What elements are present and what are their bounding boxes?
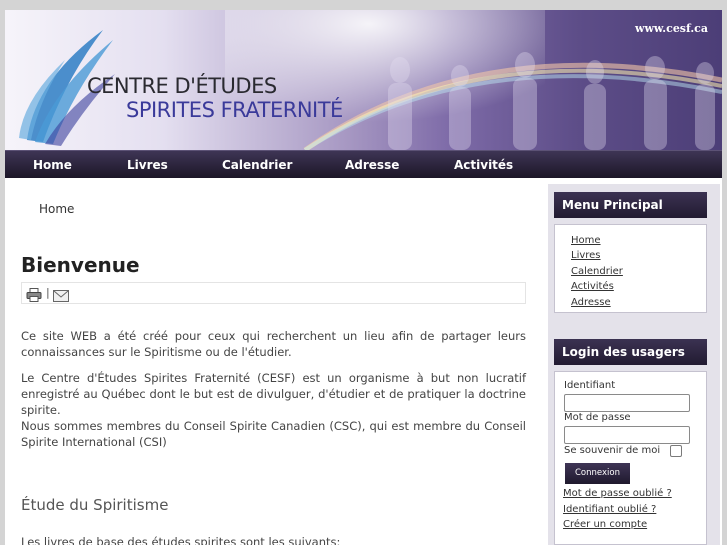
menu-principal-title: Menu Principal (554, 192, 707, 218)
section-heading: Étude du Spiritisme (21, 496, 169, 514)
forgot-password-link[interactable]: Mot de passe oublié ? (563, 488, 672, 499)
print-icon[interactable] (26, 287, 42, 306)
nav-item-home[interactable]: Home (33, 151, 72, 179)
section-text: Les livres de base des études spirites s… (21, 535, 341, 545)
email-icon[interactable] (53, 287, 69, 306)
sidebar: Menu Principal Home Livres Calendrier Ac… (548, 184, 720, 545)
page: www.cesf.ca CENTRE D'ÉTUDES SPIRITES FRA… (5, 10, 722, 545)
nav-item-activites[interactable]: Activités (454, 151, 513, 179)
membership-paragraph: Nous sommes membres du Conseil Spirite C… (21, 419, 526, 449)
menu-link-livres[interactable]: Livres (571, 250, 601, 261)
create-account-link[interactable]: Créer un compte (563, 519, 647, 530)
breadcrumb[interactable]: Home (39, 202, 74, 216)
menu-link-home[interactable]: Home (571, 235, 601, 246)
intro-paragraph: Ce site WEB a été créé pour ceux qui rec… (21, 329, 526, 359)
article-toolbar: | (21, 282, 526, 304)
nav-item-livres[interactable]: Livres (127, 151, 168, 179)
password-label: Mot de passe (564, 412, 631, 423)
menu-link-activites[interactable]: Activités (571, 281, 614, 292)
site-title-line1: CENTRE D'ÉTUDES (87, 74, 277, 98)
cesf-paragraph: Le Centre d'Études Spirites Fraternité (… (21, 371, 526, 417)
login-box: Identifiant Mot de passe Se souvenir de … (554, 371, 707, 545)
main-navigation: Home Livres Calendrier Adresse Activités (5, 150, 722, 178)
site-title-line2: SPIRITES FRATERNITÉ (126, 98, 343, 122)
password-input[interactable] (564, 426, 690, 444)
remember-checkbox[interactable] (670, 445, 682, 457)
login-button[interactable]: Connexion (565, 463, 630, 484)
nav-item-adresse[interactable]: Adresse (345, 151, 399, 179)
page-title: Bienvenue (21, 253, 140, 277)
header-banner: www.cesf.ca CENTRE D'ÉTUDES SPIRITES FRA… (5, 10, 722, 150)
forgot-username-link[interactable]: Identifiant oublié ? (563, 504, 656, 515)
username-label: Identifiant (564, 380, 616, 391)
remember-label: Se souvenir de moi (564, 445, 661, 456)
menu-link-adresse[interactable]: Adresse (571, 297, 611, 308)
username-input[interactable] (564, 394, 690, 412)
menu-principal-box: Home Livres Calendrier Activités Adresse (554, 224, 707, 313)
site-url: www.cesf.ca (634, 22, 708, 35)
toolbar-separator: | (46, 286, 50, 299)
main-content: Home Bienvenue | Ce site WEB a été créé … (5, 178, 543, 545)
menu-link-calendrier[interactable]: Calendrier (571, 266, 623, 277)
nav-item-calendrier[interactable]: Calendrier (222, 151, 292, 179)
login-title: Login des usagers (554, 339, 707, 365)
